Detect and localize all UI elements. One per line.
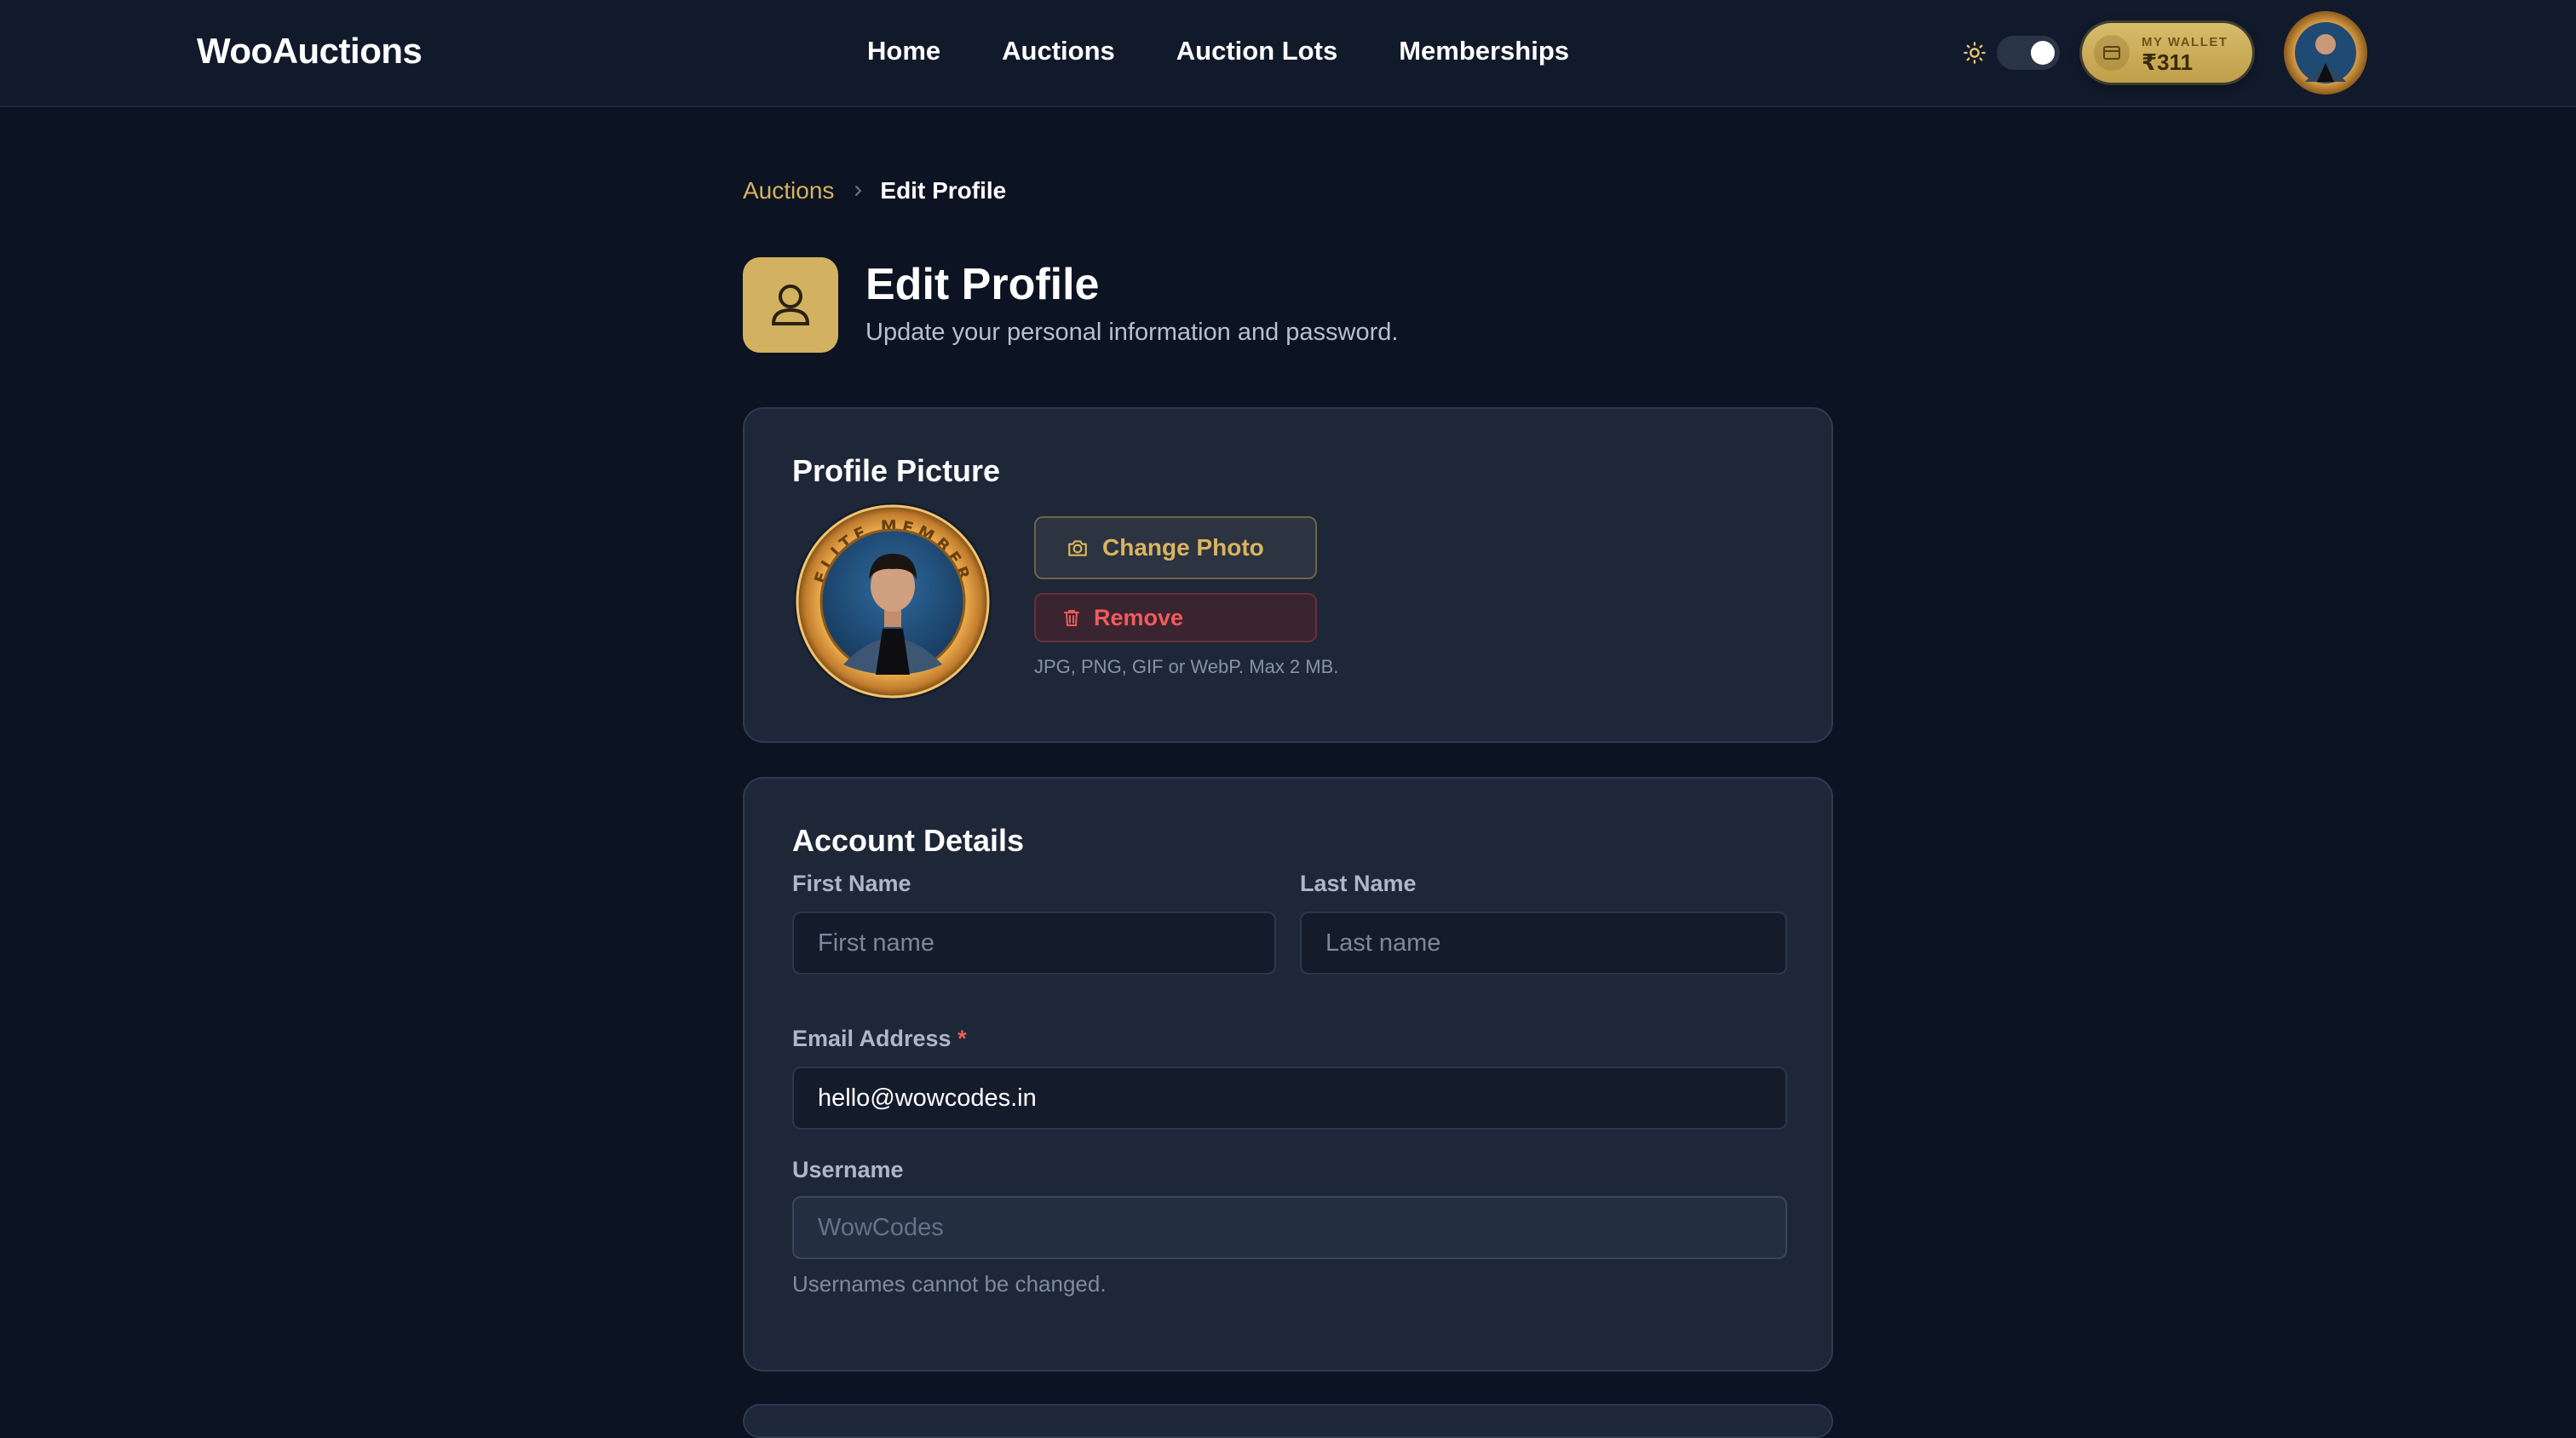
change-photo-label: Change Photo (1102, 534, 1264, 561)
breadcrumb-current: Edit Profile (880, 177, 1007, 204)
remove-photo-button[interactable]: Remove (1034, 593, 1317, 642)
required-mark: * (957, 1026, 967, 1051)
wallet-balance: ₹311 (2142, 49, 2194, 75)
account-details-card: Account Details First Name Last Name Ema… (743, 777, 1833, 1372)
brand-logo[interactable]: WooAuctions (197, 31, 423, 72)
email-label: Email Address * (792, 1026, 967, 1052)
chevron-right-icon (855, 186, 862, 196)
theme-toggle[interactable] (1997, 36, 2060, 70)
change-photo-button[interactable]: Change Photo (1034, 516, 1317, 579)
page-subtitle: Update your personal information and pas… (865, 319, 1399, 346)
nav-home[interactable]: Home (867, 34, 940, 68)
wallet-label: MY WALLET (2142, 35, 2228, 49)
sun-icon (1964, 42, 1986, 64)
page-title: Edit Profile (865, 260, 1100, 309)
breadcrumb-auctions-link[interactable]: Auctions (743, 177, 834, 204)
wallet-button[interactable]: MY WALLET ₹311 (2082, 23, 2252, 83)
user-icon (743, 257, 838, 353)
first-name-label: First Name (792, 871, 911, 896)
wallet-icon (2094, 35, 2130, 71)
photo-format-hint: JPG, PNG, GIF or WebP. Max 2 MB. (1034, 656, 1339, 677)
top-navigation-bar: WooAuctions Home Auctions Auction Lots M… (0, 0, 2576, 107)
remove-photo-label: Remove (1094, 604, 1184, 630)
username-label: Username (792, 1157, 904, 1182)
username-input (792, 1196, 1787, 1259)
toggle-knob (2031, 41, 2055, 65)
username-hint: Usernames cannot be changed. (792, 1271, 1107, 1297)
last-name-label: Last Name (1300, 871, 1417, 896)
nav-auction-lots[interactable]: Auction Lots (1176, 34, 1337, 68)
profile-picture-title: Profile Picture (792, 453, 1001, 488)
camera-icon (1068, 540, 1087, 556)
profile-avatar: ELITE MEMBER ELITE MEMBER (794, 503, 992, 700)
next-section-card (743, 1404, 1833, 1438)
main-nav: Home Auctions Auction Lots Memberships (867, 34, 1569, 68)
profile-picture-card: Profile Picture ELITE MEMBER ELITE MEMBE… (743, 407, 1833, 743)
nav-memberships[interactable]: Memberships (1399, 34, 1569, 68)
user-avatar-menu[interactable] (2283, 10, 2368, 95)
breadcrumb: Auctions Edit Profile (743, 177, 1006, 204)
last-name-input[interactable] (1300, 912, 1787, 975)
account-details-title: Account Details (792, 823, 1025, 858)
first-name-input[interactable] (792, 912, 1276, 975)
email-label-text: Email Address (792, 1026, 952, 1051)
nav-auctions[interactable]: Auctions (1002, 34, 1115, 68)
email-input[interactable] (792, 1067, 1787, 1130)
trash-icon (1064, 610, 1079, 626)
